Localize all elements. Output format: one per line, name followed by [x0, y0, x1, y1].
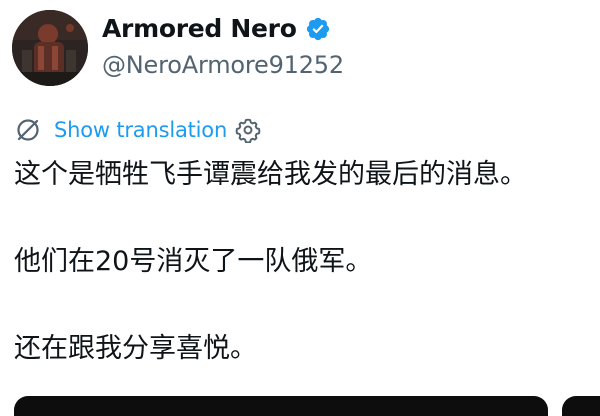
- show-translation-row[interactable]: Show translation: [14, 114, 261, 146]
- avatar[interactable]: [12, 10, 88, 86]
- tweet-text-line: 这个是牺牲飞手谭震给我发的最后的消息。: [14, 159, 527, 190]
- tweet-text-line: 还在跟我分享喜悦。: [14, 333, 257, 364]
- display-name[interactable]: Armored Nero: [102, 10, 297, 48]
- media-image[interactable]: [14, 396, 548, 416]
- verified-badge-icon[interactable]: [305, 16, 331, 42]
- name-row: Armored Nero: [102, 10, 331, 48]
- tweet: Armored Nero @NeroArmore91252 Show trans…: [0, 0, 600, 416]
- tweet-text-line: 他们在20号消灭了一队俄军。: [14, 246, 373, 277]
- user-handle[interactable]: @NeroArmore91252: [102, 48, 344, 82]
- translate-globe-icon: [14, 116, 42, 144]
- media-image[interactable]: [562, 396, 600, 416]
- show-translation-link[interactable]: Show translation: [54, 118, 227, 142]
- gear-icon[interactable]: [235, 117, 261, 144]
- avatar-image: [12, 10, 88, 86]
